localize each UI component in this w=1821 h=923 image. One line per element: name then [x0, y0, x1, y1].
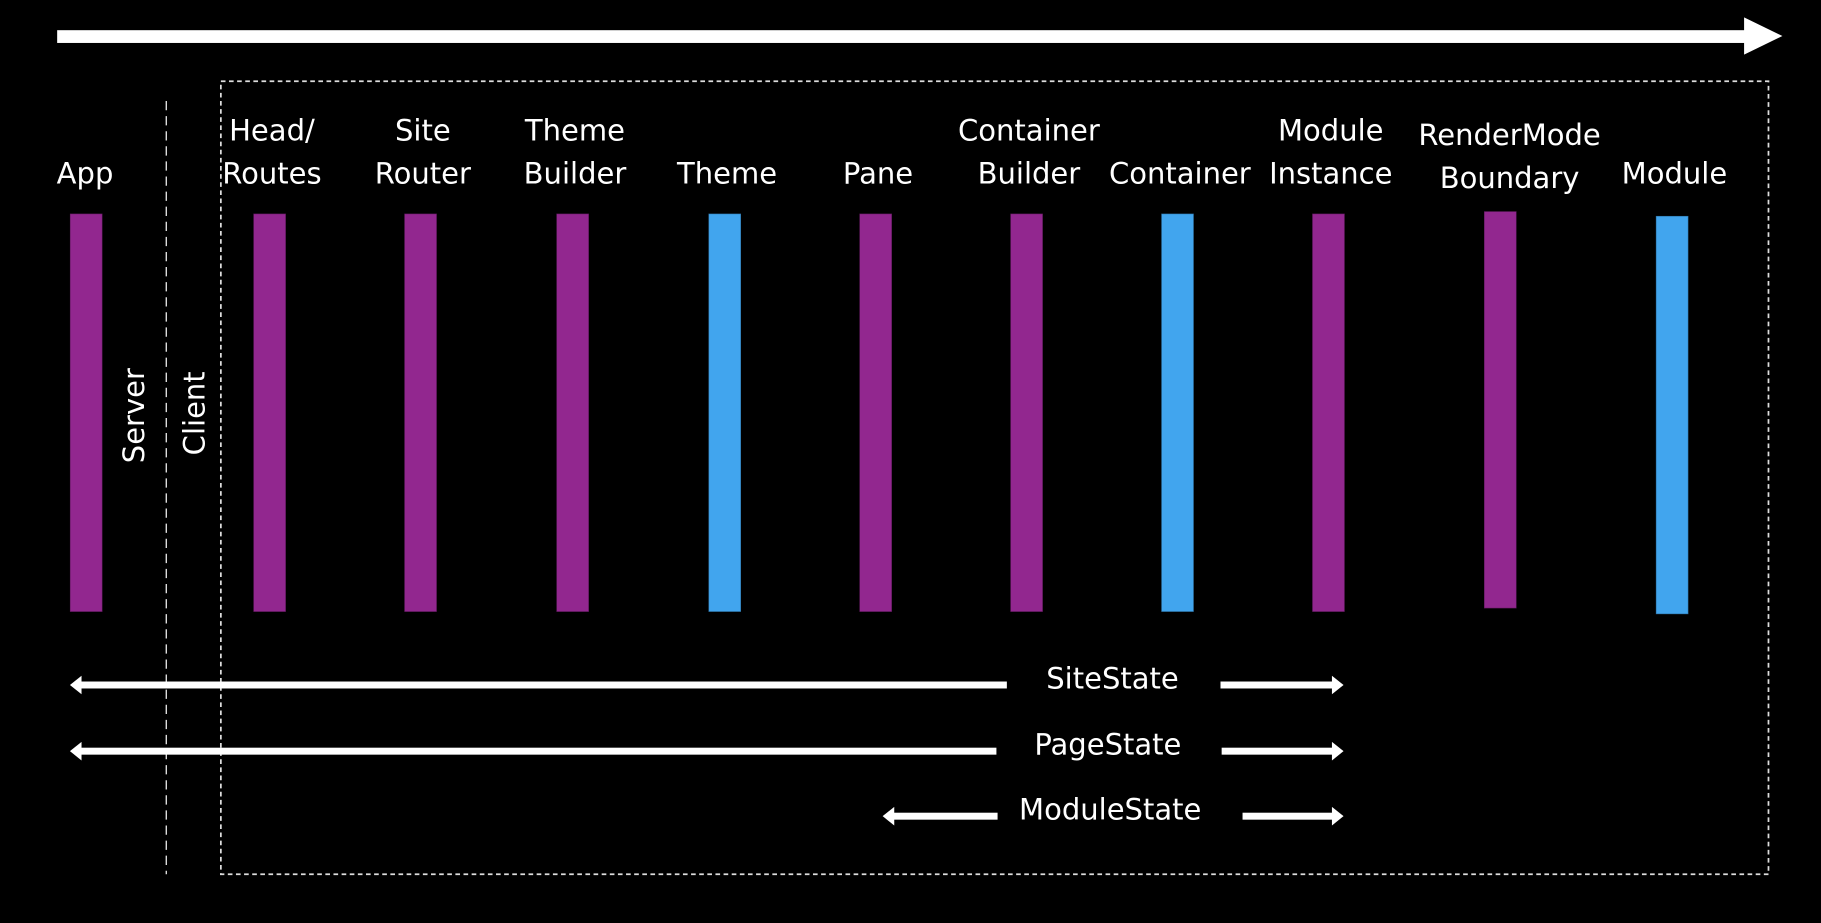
component-bar [858, 213, 893, 613]
component-bar [69, 213, 104, 613]
component-label: RenderMode [1418, 118, 1600, 152]
server-label: Server [117, 368, 151, 463]
component-label: Builder [524, 156, 627, 190]
component-bar [1483, 210, 1518, 609]
component-label: Container [1109, 156, 1251, 190]
state-span-left [891, 812, 998, 820]
component-label: Container [958, 113, 1100, 147]
component-label: Site [395, 113, 451, 147]
state-label: ModuleState [1019, 793, 1201, 827]
component-bar [707, 213, 742, 613]
component-bar [1160, 213, 1195, 613]
state-span-right [1220, 681, 1335, 689]
state-span-right [1221, 747, 1335, 755]
component-bar [555, 213, 590, 613]
state-label: PageState [1034, 728, 1181, 762]
component-label: Router [375, 156, 471, 190]
component-label: Head/ [229, 113, 315, 147]
component-label: Routes [222, 156, 321, 190]
component-bar [252, 213, 287, 613]
component-lifecycle-diagram: Server Client App Head/Routes Site Router Th… [0, 0, 1821, 923]
component-bar [1009, 213, 1044, 613]
component-bar [1655, 215, 1689, 615]
component-bar [1311, 213, 1346, 613]
component-label: Theme [676, 156, 777, 190]
component-bar [403, 213, 438, 613]
component-label: Pane [843, 156, 913, 190]
state-label: SiteState [1046, 661, 1179, 695]
state-span-right [1242, 812, 1335, 820]
component-label: App [57, 156, 114, 190]
component-label: Module [1622, 156, 1728, 190]
component-label: Builder [978, 156, 1081, 190]
component-label: Instance [1269, 156, 1392, 190]
component-label: Theme [524, 113, 625, 147]
component-label: Boundary [1440, 161, 1580, 195]
state-span-left [79, 681, 1007, 689]
component-label: Module [1278, 113, 1384, 147]
state-span-left [79, 747, 997, 755]
client-label: Client [178, 371, 212, 455]
